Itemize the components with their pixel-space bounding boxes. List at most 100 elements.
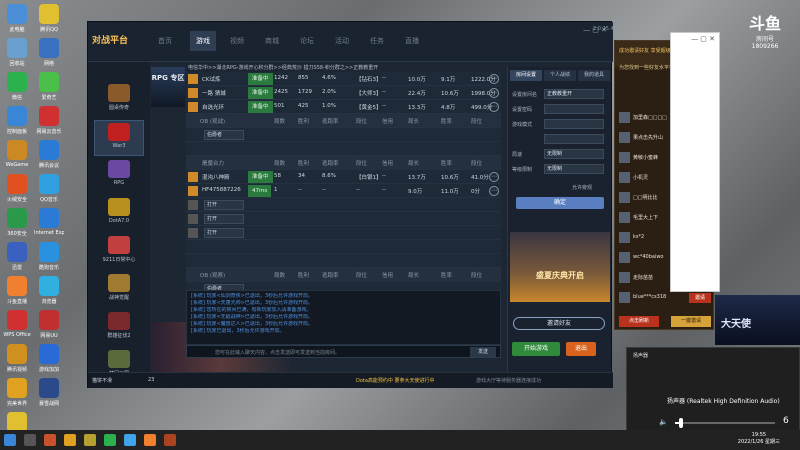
table-row[interactable]: 屠魔合力 局数 胜利 逃跑率 段位 信用 局长 胜率 段位 xyxy=(186,156,501,170)
desktop-icon[interactable]: 暴雪战网 xyxy=(34,378,64,407)
desktop-icon[interactable]: 微信 xyxy=(2,72,32,101)
slot-select[interactable]: 打开 xyxy=(204,228,244,238)
wechat-icon[interactable] xyxy=(104,434,116,446)
desktop-icon[interactable]: 腾讯QQ xyxy=(34,4,64,33)
exit-button[interactable]: 退出 xyxy=(566,342,596,356)
tab-personal-record[interactable]: 个人战绩 xyxy=(544,70,576,81)
desktop-icon[interactable]: 游戏加加 xyxy=(34,344,64,373)
nav-tab-forum[interactable]: 论坛 xyxy=(300,36,314,46)
desktop-icon[interactable]: WPS Office xyxy=(2,310,32,338)
desktop-icon[interactable]: 360安全 xyxy=(2,208,32,237)
search-icon[interactable] xyxy=(24,434,36,446)
sidebar-item[interactable]: War3 xyxy=(94,120,144,156)
sidebar-item[interactable]: 战神觉醒 xyxy=(94,272,144,308)
volume-slider[interactable] xyxy=(675,418,775,428)
table-row[interactable]: 自选光环 准备中 501 425 1.0% 【黄金5】 -- 13.3万 4.8万 499.0分 ⋯ xyxy=(186,100,501,114)
refresh-button[interactable]: 点击刷新 xyxy=(619,316,659,327)
audio-device-name[interactable]: 扬声器 (Realtek High Definition Audio) xyxy=(667,396,780,405)
sidebar-item[interactable]: RPG xyxy=(94,158,144,194)
desktop-icon[interactable]: 斗鱼直播 xyxy=(2,276,32,305)
table-row[interactable] xyxy=(186,142,501,156)
desktop-icon[interactable]: 此电脑 xyxy=(2,4,32,33)
more-icon[interactable]: ⋯ xyxy=(489,172,499,182)
table-row[interactable] xyxy=(186,254,501,268)
slot-select[interactable]: 打开 xyxy=(204,214,244,224)
table-row[interactable]: HF475887226 47ms 1 -- -- -- -- 9.0万 11.0万 0分 ⋯ xyxy=(186,184,501,198)
settings-value[interactable]: 正教教重开 xyxy=(544,89,604,99)
more-icon[interactable]: ⋯ xyxy=(489,74,499,84)
desktop-icon[interactable]: 酷狗音乐 xyxy=(34,242,64,271)
table-row[interactable]: 一路 猜城 准备中 2425 1729 2.0% 【大师3】 -- 22.4万 10.6万 199… xyxy=(186,86,501,100)
nav-tab-games[interactable]: 游戏 xyxy=(190,31,216,51)
desktop-icon[interactable]: 浏览器 xyxy=(34,276,64,305)
status-username[interactable]: 猫饼不滑 xyxy=(92,377,112,384)
nav-tab-events[interactable]: 活动 xyxy=(335,36,349,46)
desktop-icon[interactable]: WeGame xyxy=(2,140,32,168)
app-taskbar-icon[interactable] xyxy=(44,434,56,446)
start-game-button[interactable]: 开始游戏 xyxy=(512,342,560,356)
table-row[interactable]: 打开 xyxy=(186,212,501,226)
start-icon[interactable] xyxy=(4,434,16,446)
more-icon[interactable]: ⋯ xyxy=(489,186,499,196)
angel-ad-overlay[interactable]: 大天使 xyxy=(715,295,800,345)
settings-value[interactable] xyxy=(544,104,604,114)
desktop-icon[interactable]: 网络 xyxy=(34,38,64,67)
settings-value[interactable] xyxy=(544,119,604,129)
status-notice[interactable]: Dota高能预约中 要参大天使进行中 xyxy=(356,377,435,384)
one-click-invite-button[interactable]: 一键邀请 xyxy=(671,316,711,327)
slot-select[interactable]: 打开 xyxy=(204,200,244,210)
game2-taskbar-icon[interactable] xyxy=(164,434,176,446)
desktop-icon[interactable]: 迅雷 xyxy=(2,242,32,271)
game-taskbar-icon[interactable] xyxy=(84,434,96,446)
speaker-icon[interactable]: 🔈 xyxy=(659,418,668,426)
folder-icon[interactable] xyxy=(64,434,76,446)
promo-banner[interactable]: 盛夏庆典开启 xyxy=(510,232,610,302)
invite-button[interactable]: 邀请 xyxy=(689,293,711,303)
nav-tab-video[interactable]: 视频 xyxy=(230,36,244,46)
desktop-icon[interactable]: 回收站 xyxy=(2,38,32,67)
sidebar-item[interactable]: 群雄征伐2 xyxy=(94,310,144,346)
sidebar-item[interactable]: 9211日常中心 xyxy=(94,234,144,270)
invite-friends-button[interactable]: 邀请好友 xyxy=(513,317,605,330)
more-icon[interactable]: ⋯ xyxy=(489,102,499,112)
desktop-icon[interactable]: 完美世界 xyxy=(2,378,32,407)
settings-value[interactable]: 无限制 xyxy=(544,149,604,159)
desktop-icon[interactable]: 爱奇艺 xyxy=(34,72,64,101)
desktop-icon[interactable]: 网易云音乐 xyxy=(34,106,64,135)
tab-my-items[interactable]: 我的道具 xyxy=(578,70,610,81)
table-row[interactable]: 混沌八神殿 准备中 58 34 8.6% 【白银1】 -- 13.7万 10.6万 41.0分 ⋯ xyxy=(186,170,501,184)
chat-input[interactable]: 您可在此输入聊天内容，点击发送即可发送到当前房间。 发送 xyxy=(186,345,501,358)
allow-watch-option[interactable]: 允许旁观 xyxy=(512,182,608,192)
desktop-icon[interactable]: QQ音乐 xyxy=(34,174,64,203)
confirm-button[interactable]: 确定 xyxy=(516,197,604,209)
desktop-icon[interactable]: Internet Explorer xyxy=(34,208,64,236)
more-icon[interactable]: ⋯ xyxy=(489,88,499,98)
settings-value[interactable]: 无限制 xyxy=(544,164,604,174)
desktop-icon[interactable]: 火绒安全 xyxy=(2,174,32,203)
desktop-icon[interactable]: 控制面板 xyxy=(2,106,32,135)
table-row[interactable]: OB (观察) 局数 胜利 逃跑率 段位 信用 局长 胜率 段位 xyxy=(186,268,501,282)
table-row[interactable]: OB (观战) 局数 胜利 逃跑率 段位 信用 局长 胜率 段位 xyxy=(186,114,501,128)
table-row[interactable]: 打开 xyxy=(186,226,501,240)
nav-tab-home[interactable]: 首页 xyxy=(158,36,172,46)
volume-knob[interactable] xyxy=(679,418,683,428)
desktop-icon[interactable]: 腾讯会议 xyxy=(34,140,64,169)
close-icon[interactable]: — ▢ ✕ xyxy=(691,35,715,43)
send-button[interactable]: 发送 xyxy=(470,347,496,357)
qq-icon[interactable] xyxy=(124,434,136,446)
observer-select[interactable]: 伯爵者 xyxy=(204,130,244,140)
desktop-icon[interactable]: 腾讯视频 xyxy=(2,344,32,373)
table-row[interactable] xyxy=(186,240,501,254)
table-row[interactable]: CK试炼 准备中 1242 855 4.6% 【钻石3】 -- 10.0万 9.1万 1222.0… xyxy=(186,72,501,86)
rpg-zone-banner[interactable]: RPG 专区 xyxy=(151,67,185,107)
stream-taskbar-icon[interactable] xyxy=(144,434,156,446)
sidebar-item[interactable]: 圆桌传奇 xyxy=(94,82,144,118)
tab-room-settings[interactable]: 房间设置 xyxy=(510,70,542,81)
nav-tab-live[interactable]: 直播 xyxy=(405,36,419,46)
table-row[interactable]: 打开 xyxy=(186,198,501,212)
window-controls[interactable]: — ▢ ✕ xyxy=(583,26,607,34)
system-clock[interactable]: 19:55 2022/1/26 星期三 xyxy=(738,432,780,446)
table-row[interactable]: 伯爵者 xyxy=(186,128,501,142)
settings-value[interactable] xyxy=(544,134,604,144)
sidebar-item[interactable]: DotA7.0 xyxy=(94,196,144,232)
